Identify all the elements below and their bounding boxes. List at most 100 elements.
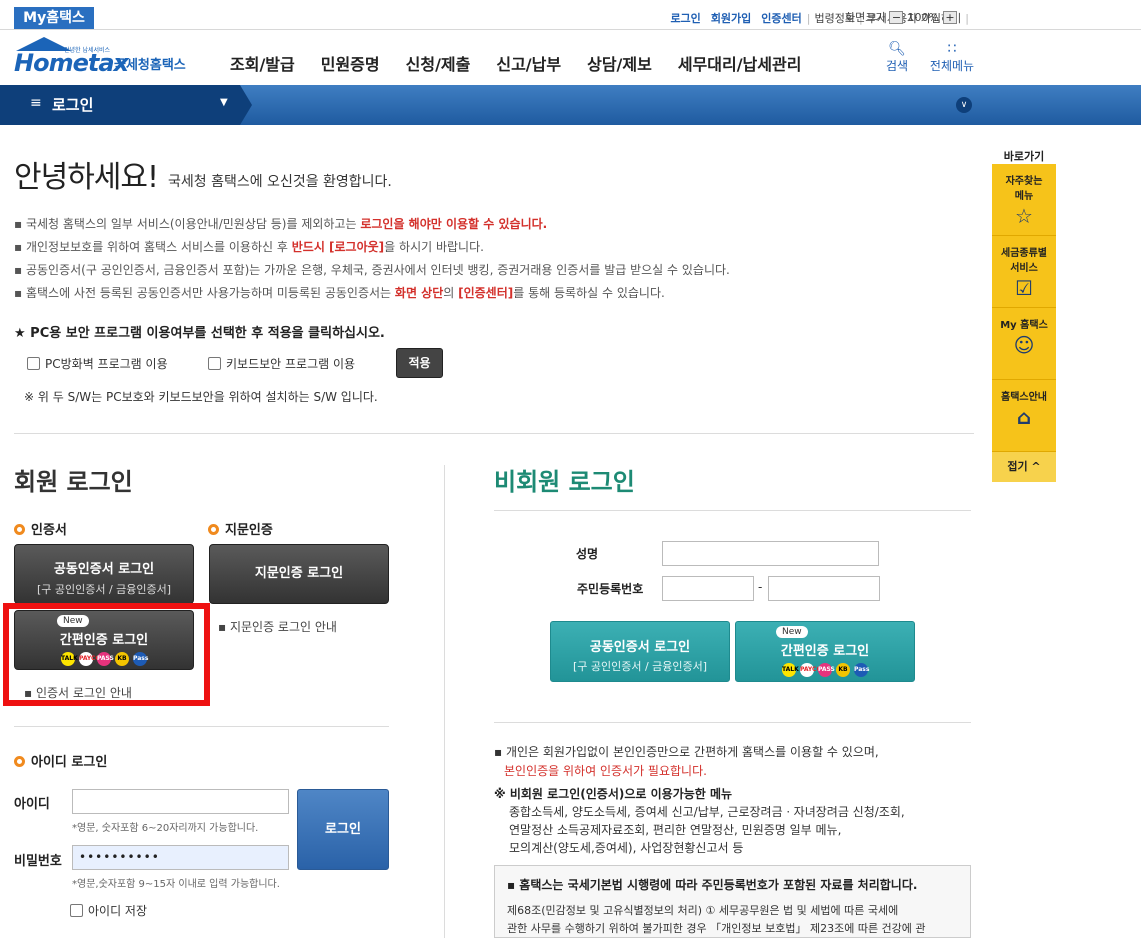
zoom-label: 화면크기 [845,11,886,24]
all-menu-label: 전체메뉴 [929,59,975,73]
id-login-heading: 아이디 로그인 [14,751,107,770]
nonmember-menu-line: 모의계산(양도세,증여세), 사업장현황신고서 등 [509,841,744,855]
quick-tax-services[interactable]: 세금종류별 서비스 ☑ [992,236,1056,308]
quick-hometax-guide[interactable]: 홈택스안내 ⌂ [992,380,1056,452]
divider: | [965,11,969,25]
quick-menu-title: 바로가기 [1003,150,1045,163]
save-id-checkbox[interactable] [70,904,83,917]
quick-my-hometax[interactable]: My 홈택스 ☺ [992,308,1056,380]
pc-security-title: ★ PC용 보안 프로그램 이용여부를 선택한 후 적용을 클릭하십시오. [14,326,385,341]
id-login-label: 아이디 로그인 [31,755,108,770]
apply-button[interactable]: 적용 [396,348,443,378]
name-input[interactable] [662,541,879,566]
dropdown-arrow-icon[interactable]: ▼ [220,97,228,108]
notice-text: 국세청 홈택스의 일부 서비스(이용안내/민원상담 등)를 제외하고는 [25,217,361,231]
nonmember-simple-label: 간편인증 로그인 [780,644,870,659]
nav-item-certificates[interactable]: 민원증명 [321,51,380,75]
search-label: 검색 [885,59,909,73]
quick-my-hometax-label: My 홈택스 [1000,320,1048,331]
cert-login-sublabel: [구 공인인증서 / 금융인증서] [36,583,172,596]
bullet-icon [208,524,219,535]
save-id-option[interactable]: 아이디 저장 [70,902,147,919]
fingerprint-section-heading: 지문인증 [208,519,273,538]
member-login-title: 회원 로그인 [14,468,133,496]
rrn-notice-line: 관한 사무를 수행하기 위하여 불가피한 경우 「개인정보 보호법」 제23조에… [507,922,926,935]
notice-item: ▪ 홈택스에 사전 등록된 공동인증서만 사용가능하며 미등록된 공동인증서는 … [14,286,665,300]
fingerprint-section-label: 지문인증 [225,523,273,538]
fingerprint-login-button[interactable]: 지문인증 로그인 [209,544,389,604]
search-icon: 🔍︎ [888,41,906,57]
chevron-down-icon[interactable]: ∨ [956,97,972,113]
id-hint: *영문, 숫자포함 6~20자리까지 가능합니다. [72,823,259,834]
nav-item-apply[interactable]: 신청/제출 [406,51,471,75]
keyboard-security-checkbox[interactable] [208,357,221,370]
zoom-in-button[interactable]: + [942,10,957,24]
page-subtitle: 국세청 홈택스에 오신것을 환영합니다. [168,174,392,190]
nonmember-cert-login-button[interactable]: 공동인증서 로그인 [구 공인인증서 / 금융인증서] [550,621,730,682]
signup-link[interactable]: 회원가입 [706,10,756,26]
samsung-pass-icon: Pass [854,663,869,677]
search-button[interactable]: 🔍︎ 검색 [882,41,912,74]
notice-emphasis: 로그인을 해야만 이용할 수 있습니다. [360,217,548,231]
all-menu-button[interactable]: ∷ 전체메뉴 [924,41,980,74]
nonmember-login-title: 비회원 로그인 [494,468,635,496]
nav-item-tax-agent[interactable]: 세무대리/납세관리 [678,51,802,75]
quick-fold-button[interactable]: 접기 ^ [992,452,1056,482]
id-input[interactable] [72,789,289,814]
column-divider [444,465,445,938]
cert-center-link[interactable]: 인증센터 [756,10,806,26]
zoom-control: 화면크기 − 100% + [845,9,957,25]
zoom-value: 100% [907,10,939,24]
nav-item-counsel[interactable]: 상담/제보 [587,51,652,75]
nav-item-inquiry[interactable]: 조회/발급 [230,51,295,75]
cert-login-guide-link[interactable]: ▪ 인증서 로그인 안내 [24,684,132,701]
quick-favorites[interactable]: 자주찾는 메뉴 ☆ [992,164,1056,236]
rrn-notice-title: ▪ 홈택스는 국세기본법 시행령에 따라 주민등록번호가 포함된 자료를 처리합… [507,878,918,892]
id-field-label: 아이디 [14,797,50,812]
notice-emphasis: [인증센터] [458,286,514,300]
my-hometax-button[interactable]: My홈택스 [14,7,94,29]
notice-text: 홈택스에 사전 등록된 공동인증서만 사용가능하며 미등록된 공동인증서는 [25,286,395,300]
menu-icon: ≡ [30,95,42,111]
rrn-field-label: 주민등록번호 [577,582,644,596]
notice-emphasis: 반드시 [로그아웃] [291,240,385,254]
site-header: 안녕한 납세서비스 Hometax 국세청홈택스 조회/발급 민원증명 신청/제… [0,31,1141,85]
name-field-label: 성명 [576,547,599,561]
password-input[interactable]: •••••••••• [72,845,289,870]
checkbox-icon: ☑ [1015,276,1033,300]
cert-section-label: 인증서 [31,523,67,538]
firewall-option[interactable]: PC방화벽 프로그램 이용 [27,355,168,372]
cert-guide-label: 인증서 로그인 안내 [35,686,132,700]
rrn-notice-line: 제68조(민감정보 및 고유식별정보의 처리) ① 세무공무원은 법 및 세법에… [507,904,899,917]
hometax-logo[interactable]: 안녕한 납세서비스 Hometax 국세청홈택스 [14,37,204,77]
bullet-icon [14,756,25,767]
firewall-checkbox[interactable] [27,357,40,370]
cert-login-button[interactable]: 공동인증서 로그인 [구 공인인증서 / 금융인증서] [14,544,194,604]
notice-text: 의 [443,286,459,300]
notice-item: ▪ 국세청 홈택스의 일부 서비스(이용안내/민원상담 등)를 제외하고는 로그… [14,217,548,231]
notice-item: ▪ 공동인증서(구 공인인증서, 금융인증서 포함)는 가까운 은행, 우체국,… [14,263,730,277]
fingerprint-guide-link[interactable]: ▪ 지문인증 로그인 안내 [218,618,337,635]
rrn-front-input[interactable] [662,576,754,601]
keyboard-security-option[interactable]: 키보드보안 프로그램 이용 [208,355,355,372]
user-icon: ☺ [1013,333,1035,357]
nonmember-simple-auth-button[interactable]: New 간편인증 로그인 TALK PAYCO PASS KB Pass [735,621,915,682]
star-icon: ☆ [1015,204,1033,228]
location-title: 로그인 [52,96,94,114]
rrn-back-input[interactable] [768,576,880,601]
grid-icon: ∷ [947,41,957,57]
page-title: 안녕하세요! [14,160,159,195]
password-hint: *영문,숫자포함 9~15자 이내로 입력 가능합니다. [72,879,280,890]
divider [494,510,971,511]
id-login-button[interactable]: 로그인 [297,789,389,870]
login-link[interactable]: 로그인 [665,10,705,26]
quick-favorites-label: 자주찾는 메뉴 [1005,176,1043,202]
password-field-label: 비밀번호 [14,854,62,869]
nav-item-report-pay[interactable]: 신고/납부 [496,51,561,75]
new-badge: New [776,626,808,638]
nonmember-cert-label: 공동인증서 로그인 [589,640,691,655]
cert-section-heading: 인증서 [14,519,67,538]
bullet-icon [14,524,25,535]
kb-icon: KB [836,663,850,677]
zoom-out-button[interactable]: − [889,10,904,24]
